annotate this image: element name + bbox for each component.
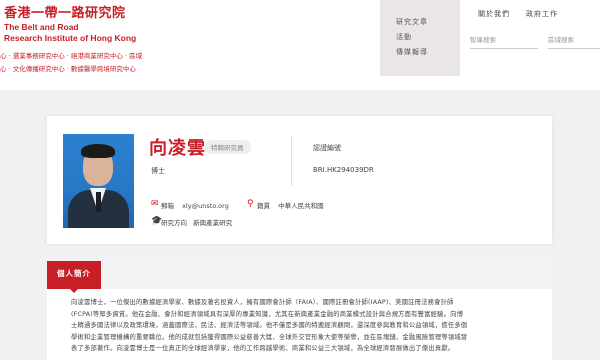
email-label: 郵箱 [161, 202, 174, 210]
nav-item-media[interactable]: 傳媒報導 [396, 47, 428, 57]
research-info: 🎓 研究方向 新興產業研究 [151, 216, 233, 227]
policy-link[interactable]: 政府工作 [526, 9, 558, 19]
profile-name: 向凌雲 [149, 138, 206, 159]
research-value: 新興產業研究 [193, 219, 233, 227]
origin-value: 中華人民共和國 [278, 202, 324, 210]
profile-degree: 博士 [151, 167, 165, 175]
nav-menu: 研究文章 活動 傳媒報導 [380, 0, 460, 76]
site-logo[interactable]: 香港一帶一路研究院 The Belt and Road Research Ins… [4, 6, 136, 43]
logo-english-line1: The Belt and Road [4, 22, 79, 32]
intro-text: 向凌雲博士，一位傑出的數據經濟學家、數據及著名投資人，擁有國際會計師（FAIA）… [71, 297, 527, 355]
intro-section: 個人簡介 向凌雲博士，一位傑出的數據經濟學家、數據及著名投資人，擁有國際會計師（… [47, 261, 552, 360]
graduation-cap-icon: 🎓 [151, 216, 163, 226]
nav-item-events[interactable]: 活動 [396, 32, 412, 42]
cert-label: 認證編號 [313, 144, 341, 152]
email-value[interactable]: xly@unsto.org [182, 202, 229, 210]
research-label: 研究方向 [161, 219, 187, 227]
intro-line: 向凌雲博士，一位傑出的數據經濟學家、數據及著名投資人，擁有國際會計師（FAIA）… [71, 299, 454, 306]
profile-photo [63, 134, 134, 228]
origin-info: ⚲ 籍貫 中華人民共和國 [247, 199, 324, 210]
email-icon: ✉ [151, 199, 159, 209]
logo-chinese-name: 香港一帶一路研究院 [4, 6, 126, 21]
card-divider [291, 136, 292, 186]
centers-row-2[interactable]: 心 · 文化傳播研究中心 · 數據醫學跨境研究中心 [0, 63, 370, 76]
region-search-input[interactable]: 區域搜索 [548, 34, 600, 49]
intro-line: 表了多部著作。向凌雲博士是一位真正的全球經濟學家，他的工作跨越學術、商業和公益三… [71, 345, 455, 352]
location-pin-icon: ⚲ [247, 199, 254, 209]
nav-item-articles[interactable]: 研究文章 [396, 17, 428, 27]
tab-intro[interactable]: 個人簡介 [47, 261, 101, 293]
email-info: ✉ 郵箱 xly@unsto.org [151, 199, 229, 210]
site-header: 香港一帶一路研究院 The Belt and Road Research Ins… [0, 0, 600, 90]
research-centers-links: 心 · 選業事務研究中心 · 絕港商業研究中心 · 區域 心 · 文化傳播研究中… [0, 50, 370, 76]
about-link[interactable]: 關於我們 [478, 9, 510, 19]
intro-line: (FCPA)等眾多資質。他在金融、會計和經濟領域具有深厚的專業知識，尤其在新興產… [71, 310, 464, 318]
search-input[interactable]: 智庫搜索 [470, 34, 538, 49]
logo-english-line2: Research Institute of Hong Kong [4, 32, 137, 43]
title-badge: 特聘研究員 [204, 140, 251, 154]
intro-line: 學術和企業管理機構的重要職位。他的成就包括獲得國際公益慈善大獎、全球外交官形象大… [71, 333, 468, 341]
cert-value: BRI.HK294039DR [313, 166, 374, 174]
centers-row-1[interactable]: 心 · 選業事務研究中心 · 絕港商業研究中心 · 區域 [0, 50, 370, 63]
intro-line: 士精通多國法律以及政策環境，涵蓋國際法、民法、經濟法等領域。他不僅是多國的特邀經… [71, 322, 468, 329]
profile-card: 向凌雲 特聘研究員 博士 認證編號 BRI.HK294039DR ✉ 郵箱 xl… [47, 116, 552, 244]
intro-header: 個人簡介 [47, 261, 552, 293]
origin-label: 籍貫 [257, 202, 270, 210]
